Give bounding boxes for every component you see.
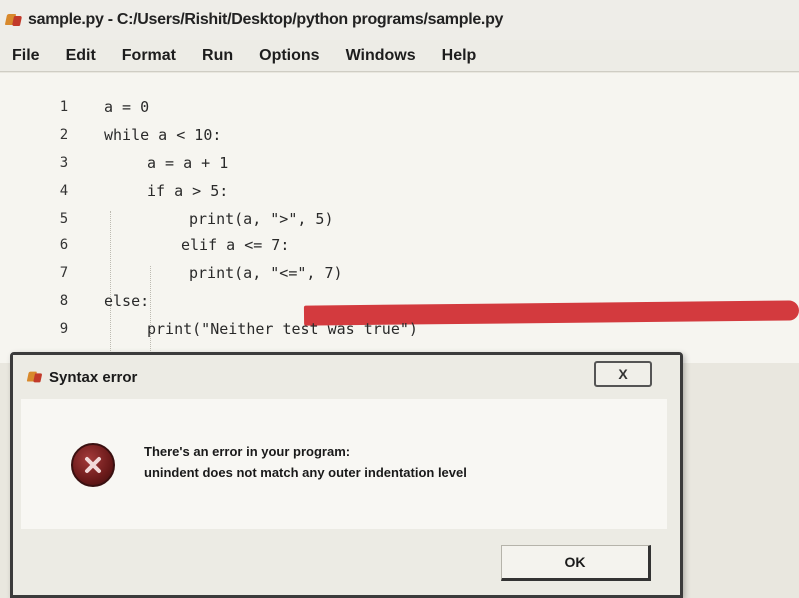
line-number: 5 (59, 211, 69, 227)
line-number: 2 (59, 127, 69, 143)
menu-help[interactable]: Help (442, 47, 477, 65)
dialog-body: There's an error in your program: uninde… (21, 399, 667, 529)
menu-format[interactable]: Format (122, 47, 176, 65)
code-line[interactable]: 5 print(a, ">", 5) (0, 205, 799, 233)
dialog-title-bar: Syntax error (13, 355, 680, 399)
dialog-close-button[interactable]: X (594, 361, 652, 387)
line-number: 4 (59, 183, 69, 199)
idle-app-icon (28, 370, 42, 384)
menu-file[interactable]: File (12, 47, 40, 65)
code-editor[interactable]: 1 a = 0 2 while a < 10: 3 a = a + 1 4 if… (0, 73, 799, 363)
code-line[interactable]: 8 else: (0, 287, 799, 315)
code-line[interactable]: 7 print(a, "<=", 7) (0, 259, 799, 287)
ok-button[interactable]: OK (501, 545, 651, 581)
code-text: elif a <= 7: (181, 236, 290, 254)
line-number: 6 (59, 237, 69, 253)
code-text: if a > 5: (147, 182, 229, 200)
window-title-bar: sample.py - C:/Users/Rishit/Desktop/pyth… (0, 0, 799, 40)
code-text: print(a, "<=", 7) (189, 264, 343, 282)
code-text: while a < 10: (104, 126, 222, 144)
idle-app-icon (6, 12, 22, 28)
line-number: 3 (59, 155, 69, 171)
code-text: else: (104, 292, 150, 310)
line-number: 7 (59, 265, 69, 281)
code-line[interactable]: 1 a = 0 (0, 93, 799, 121)
close-icon: X (618, 366, 628, 382)
syntax-error-dialog: Syntax error X There's an error in your … (10, 352, 683, 598)
code-line[interactable]: 4 if a > 5: (0, 177, 799, 205)
code-line[interactable]: 2 while a < 10: (0, 121, 799, 149)
menu-run[interactable]: Run (202, 47, 233, 65)
error-message-line1: There's an error in your program: (144, 444, 351, 459)
code-line[interactable]: 3 a = a + 1 (0, 149, 799, 177)
menu-windows[interactable]: Windows (346, 47, 416, 65)
error-x-icon (71, 443, 115, 487)
menu-edit[interactable]: Edit (66, 47, 96, 65)
line-number: 8 (59, 293, 69, 309)
error-message: There's an error in your program: uninde… (144, 441, 654, 483)
code-text: print("Neither test was true") (147, 320, 418, 338)
code-text: a = a + 1 (147, 154, 229, 172)
menu-bar: File Edit Format Run Options Windows Hel… (0, 40, 799, 72)
code-text: a = 0 (104, 98, 150, 116)
menu-options[interactable]: Options (259, 47, 319, 65)
dialog-title: Syntax error (49, 368, 138, 386)
window-title: sample.py - C:/Users/Rishit/Desktop/pyth… (28, 11, 504, 28)
line-number: 1 (59, 99, 69, 115)
code-text: print(a, ">", 5) (189, 210, 334, 228)
code-line[interactable]: 9 print("Neither test was true") (0, 315, 799, 343)
line-number: 9 (59, 321, 69, 337)
code-line-error[interactable]: 6 elif a <= 7: (0, 231, 799, 259)
error-message-line2: unindent does not match any outer indent… (144, 465, 467, 480)
